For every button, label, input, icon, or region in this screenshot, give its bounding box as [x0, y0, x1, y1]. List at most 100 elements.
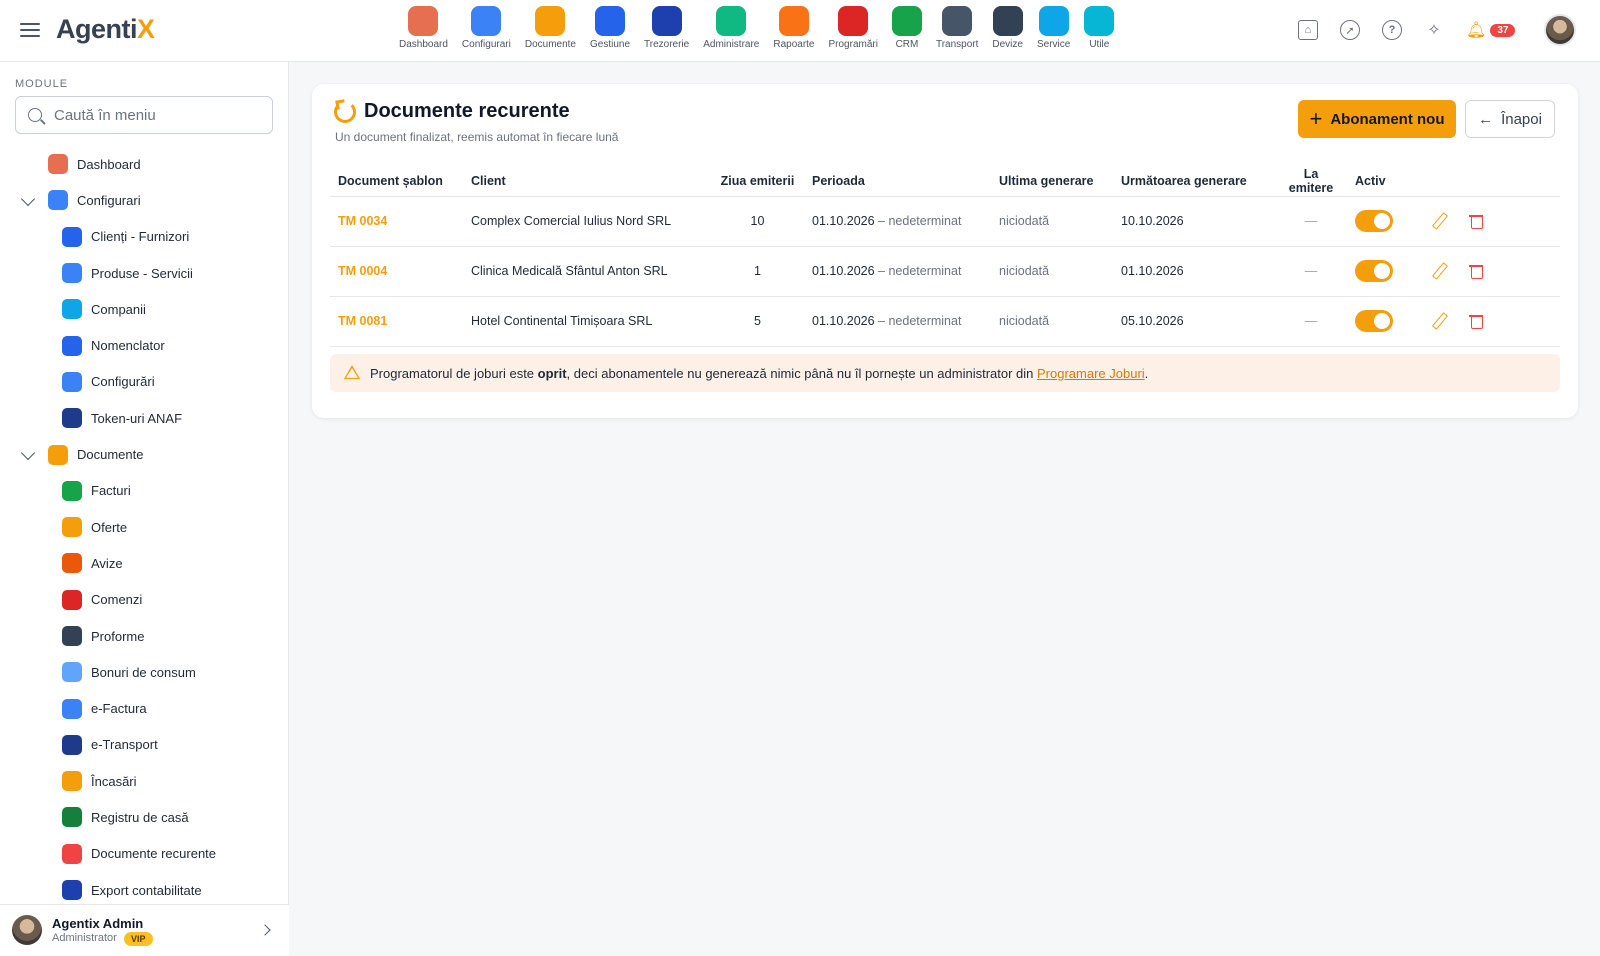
pie-chart-icon [778, 6, 809, 36]
delete-trash-icon[interactable] [1469, 313, 1485, 329]
delete-trash-icon[interactable] [1469, 263, 1485, 279]
people-icon [62, 226, 82, 247]
sidebar-item-list[interactable]: Produse - Servicii [0, 255, 289, 291]
module-shield[interactable]: Administrare [696, 6, 766, 56]
edit-pencil-icon[interactable] [1431, 213, 1447, 229]
module-label: Service [1036, 39, 1071, 50]
hamburger-menu-icon[interactable] [20, 20, 40, 40]
proforma-icon [62, 626, 82, 646]
recurring-documents-card: Documente recurente Un document finaliza… [312, 84, 1578, 418]
module-bank[interactable]: Trezorerie [637, 6, 696, 56]
sidebar-item-growth[interactable]: Încasări [0, 763, 289, 799]
template-cell: TM 0004 [330, 246, 463, 297]
sidebar-item-offer[interactable]: Oferte [0, 509, 289, 545]
toggle-knob [1374, 213, 1390, 229]
period-cell: 01.10.2026 – nedeterminat [804, 296, 991, 347]
sidebar-item-label: Proforme [91, 628, 145, 644]
sidebar-item-lock-shield[interactable]: Token-uri ANAF [0, 400, 289, 436]
edit-pencil-icon[interactable] [1431, 263, 1447, 279]
sidebar-item-recurring[interactable]: Documente recurente [0, 836, 289, 872]
client-cell: Complex Comercial Iulius Nord SRL [463, 196, 711, 247]
sidebar-item-wrench[interactable]: Configurari [0, 182, 289, 218]
col-next-generation: Următoarea generare [1113, 166, 1275, 197]
sidebar-item-people[interactable]: Clienți - Furnizori [0, 219, 289, 255]
sidebar-item-label: Documente [77, 447, 144, 463]
app-logo[interactable]: AgentiX [56, 14, 155, 45]
active-toggle[interactable] [1355, 310, 1393, 332]
sidebar-item-invoice[interactable]: Facturi [0, 473, 289, 509]
active-toggle[interactable] [1355, 260, 1393, 282]
sidebar-item-cloud[interactable]: e-Factura [0, 690, 289, 726]
job-scheduler-link[interactable]: Programare Joburi [1037, 366, 1145, 381]
sidebar-item-label: e-Transport [91, 737, 158, 753]
chevron-down-icon[interactable] [20, 192, 36, 207]
alert-text: Programatorul de joburi este [370, 365, 538, 381]
new-subscription-button[interactable]: + Abonament nou [1298, 100, 1456, 138]
sidebar-item-label: e-Factura [91, 701, 147, 717]
sidebar-item-proforma[interactable]: Proforme [0, 618, 289, 654]
module-help[interactable]: Utile [1077, 6, 1121, 56]
sidebar-item-receipt[interactable]: Bonuri de consum [0, 654, 289, 690]
actions-cell [1401, 296, 1560, 347]
module-pie-chart[interactable]: Rapoarte [766, 6, 821, 56]
col-last-generation: Ultima generare [991, 166, 1113, 197]
module-checklist[interactable]: Devize [985, 6, 1030, 56]
recurring-icon [334, 101, 356, 123]
checklist-icon [992, 6, 1023, 36]
user-profile-bar[interactable]: Agentix Admin Administrator VIP [0, 904, 289, 956]
sparkle-icon[interactable]: ✧ [1424, 20, 1444, 40]
bell-icon: 🔔︎ [1466, 22, 1487, 39]
menu-search-input[interactable] [54, 106, 254, 124]
receipt-icon [62, 662, 82, 683]
sidebar-item-cash-register[interactable]: Registru de casă [0, 799, 289, 835]
sidebar-item-export-db[interactable]: Export contabilitate [0, 872, 289, 908]
module-wrench[interactable]: Configurari [455, 6, 518, 56]
module-clock[interactable]: Programări [822, 6, 885, 56]
edit-pencil-icon[interactable] [1431, 313, 1447, 329]
notifications-button[interactable]: 🔔︎ 37 [1466, 19, 1522, 41]
template-link[interactable]: TM 0034 [338, 214, 387, 228]
template-link[interactable]: TM 0004 [338, 264, 387, 278]
module-car[interactable]: Service [1030, 6, 1077, 56]
sidebar-item-bullets[interactable]: Nomenclator [0, 327, 289, 363]
compass-icon[interactable]: ➚ [1340, 20, 1360, 40]
col-active: Activ [1347, 166, 1401, 197]
dashboard-icon [408, 6, 439, 36]
sidebar-item-building[interactable]: Companii [0, 291, 289, 327]
module-crm[interactable]: CRM [885, 6, 929, 56]
sidebar-item-settings-list[interactable]: Configurări [0, 364, 289, 400]
delete-trash-icon[interactable] [1469, 213, 1485, 229]
chevron-down-icon[interactable] [20, 446, 36, 461]
help-icon[interactable]: ? [1382, 20, 1402, 40]
user-avatar[interactable] [1544, 14, 1576, 46]
module-documents[interactable]: Documente [518, 6, 583, 56]
sidebar-item-label: Registru de casă [91, 809, 189, 825]
home-icon[interactable]: ⌂ [1298, 20, 1318, 40]
back-button[interactable]: ← Înapoi [1465, 100, 1555, 138]
col-issue-day: Ziua emiterii [711, 166, 804, 197]
module-label: Programări [828, 39, 878, 50]
chevron-right-icon [259, 924, 271, 936]
dashboard-icon [48, 154, 68, 175]
sidebar-item-delivery-truck[interactable]: Avize [0, 545, 289, 581]
sidebar-item-cart[interactable]: Comenzi [0, 582, 289, 618]
active-toggle[interactable] [1355, 210, 1393, 232]
sidebar-menu: Dashboard Configurari Clienți - Furnizori P… [0, 146, 289, 908]
module-warehouse[interactable]: Gestiune [583, 6, 637, 56]
sidebar-item-dashboard[interactable]: Dashboard [0, 146, 289, 182]
template-cell: TM 0081 [330, 296, 463, 347]
template-link[interactable]: TM 0081 [338, 314, 387, 328]
user-avatar-small [12, 915, 42, 945]
sidebar-item-documents[interactable]: Documente [0, 436, 289, 472]
period-cell: 01.10.2026 – nedeterminat [804, 246, 991, 297]
bank-icon [651, 6, 682, 36]
module-truck[interactable]: Transport [929, 6, 985, 56]
truck-icon [942, 6, 973, 36]
toggle-knob [1374, 313, 1390, 329]
table-row: TM 0081 Hotel Continental Timișoara SRL 5 0… [330, 296, 1560, 347]
growth-icon [62, 771, 82, 792]
module-dashboard[interactable]: Dashboard [392, 6, 455, 56]
actions-cell [1401, 196, 1560, 247]
top-actions: ⌂ ➚ ? ✧ 🔔︎ 37 [1298, 14, 1576, 46]
sidebar-item-transport[interactable]: e-Transport [0, 727, 289, 763]
